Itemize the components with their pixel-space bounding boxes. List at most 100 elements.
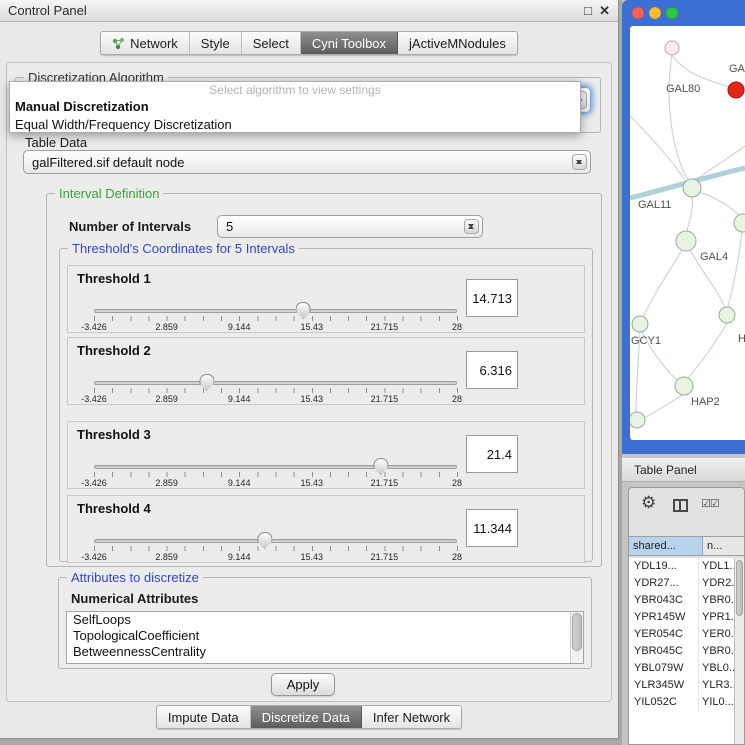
list-item[interactable]: BetweennessCentrality	[67, 644, 583, 660]
node-label-gcy1: GCY1	[631, 335, 661, 347]
network-view-window: GAL80 GA GAL11 GAL4 GCY1 H HAP2	[622, 0, 745, 454]
network-node-highlighted[interactable]	[728, 82, 744, 98]
table-scrollbar[interactable]	[734, 558, 744, 744]
scale-tick-label: 9.144	[228, 478, 251, 488]
tab-select[interactable]: Select	[242, 32, 301, 54]
threshold-4-value-field[interactable]: 11.344	[466, 509, 518, 547]
scale-tick-label: 28	[452, 552, 462, 562]
cell: YPR1...	[699, 609, 734, 626]
minimize-traffic-light[interactable]	[649, 7, 661, 19]
cell: YBR045C	[629, 643, 699, 660]
slider-track[interactable]	[94, 539, 457, 543]
slider-ticks	[94, 546, 458, 551]
combo-arrows-icon[interactable]	[572, 154, 587, 170]
algorithm-dropdown-popup: Select algorithm to view settings Manual…	[9, 81, 581, 133]
network-node[interactable]	[683, 179, 701, 197]
network-node[interactable]	[719, 307, 735, 323]
column-header-name[interactable]: n...	[703, 537, 744, 555]
threshold-2-value-field[interactable]: 6.316	[466, 351, 518, 389]
gear-icon[interactable]: ⚙	[641, 493, 656, 513]
network-canvas[interactable]: GAL80 GA GAL11 GAL4 GCY1 H HAP2	[630, 26, 745, 440]
interval-definition-group: Interval Definition Number of Intervals …	[46, 193, 602, 567]
tab-impute-data[interactable]: Impute Data	[157, 706, 251, 728]
combo-arrows-icon[interactable]	[464, 219, 479, 234]
tab-label: Network	[130, 36, 178, 51]
float-window-icon[interactable]: □	[584, 0, 592, 22]
close-traffic-light[interactable]	[632, 7, 644, 19]
network-node[interactable]	[632, 316, 648, 332]
tab-jactivemodules[interactable]: jActiveMNodules	[398, 32, 517, 54]
apply-label: Apply	[287, 677, 320, 692]
cell: YDL1...	[699, 558, 734, 575]
slider-track[interactable]	[94, 381, 457, 385]
number-of-intervals-combobox[interactable]: 5	[217, 215, 483, 238]
scale-tick-label: -3.426	[81, 322, 107, 332]
columns-icon[interactable]	[673, 499, 688, 512]
slider-track[interactable]	[94, 465, 457, 469]
table-row[interactable]: YIL052C YIL0...	[629, 694, 734, 711]
table-data-combobox[interactable]: galFiltered.sif default node	[23, 150, 591, 174]
zoom-traffic-light[interactable]	[666, 7, 678, 19]
scale-tick-label: -3.426	[81, 394, 107, 404]
slider-scale: -3.426 2.859 9.144 15.43 21.715 28	[94, 394, 457, 404]
cell: YIL052C	[629, 694, 699, 711]
tab-discretize-data[interactable]: Discretize Data	[251, 706, 362, 728]
table-row[interactable]: YBR045C YBR0...	[629, 643, 734, 660]
table-row[interactable]: YDR27... YDR2...	[629, 575, 734, 592]
table-data-value: galFiltered.sif default node	[32, 151, 568, 173]
threshold-label: Threshold 1	[77, 271, 151, 286]
scrollbar-thumb[interactable]	[736, 560, 743, 616]
tab-cyni-toolbox[interactable]: Cyni Toolbox	[301, 32, 398, 54]
tab-label: Cyni Toolbox	[312, 36, 386, 51]
table-row[interactable]: YLR345W YLR3...	[629, 677, 734, 694]
dropdown-option-equal-width[interactable]: Equal Width/Frequency Discretization	[10, 116, 580, 134]
close-icon[interactable]: ✕	[599, 0, 610, 22]
slider-track[interactable]	[94, 309, 457, 313]
dropdown-option-manual[interactable]: Manual Discretization	[10, 98, 580, 116]
apply-button[interactable]: Apply	[271, 673, 335, 696]
list-scrollbar[interactable]	[570, 612, 583, 663]
node-label-gal11: GAL11	[638, 199, 671, 211]
node-label-gal4: GAL4	[700, 251, 728, 263]
network-node[interactable]	[630, 412, 645, 428]
scale-tick-label: 9.144	[228, 322, 251, 332]
threshold-2-slider[interactable]: -3.426 2.859 9.144 15.43 21.715 28	[94, 374, 457, 404]
network-icon	[112, 37, 125, 50]
scale-tick-label: 15.43	[301, 478, 324, 488]
cell: YDR2...	[699, 575, 734, 592]
threshold-3-box: Threshold 3 -3.426 2.859 9.144 15.43 21.…	[67, 421, 585, 489]
scale-tick-label: 15.43	[301, 322, 324, 332]
tab-style[interactable]: Style	[190, 32, 242, 54]
column-header-shared-name[interactable]: shared...	[629, 537, 703, 555]
threshold-3-slider[interactable]: -3.426 2.859 9.144 15.43 21.715 28	[94, 458, 457, 488]
tab-network[interactable]: Network	[101, 32, 190, 54]
table-row[interactable]: YBR043C YBR0...	[629, 592, 734, 609]
threshold-label: Threshold 3	[77, 427, 151, 442]
threshold-1-slider[interactable]: -3.426 2.859 9.144 15.43 21.715 28	[94, 302, 457, 332]
tab-infer-network[interactable]: Infer Network	[362, 706, 461, 728]
number-of-intervals-label: Number of Intervals	[69, 219, 191, 234]
slider-ticks	[94, 316, 458, 321]
threshold-4-slider[interactable]: -3.426 2.859 9.144 15.43 21.715 28	[94, 532, 457, 562]
numerical-attributes-list: SelfLoops TopologicalCoefficient Between…	[66, 611, 584, 664]
list-item[interactable]: SelfLoops	[67, 612, 583, 628]
network-node[interactable]	[676, 231, 696, 251]
scale-tick-label: 28	[452, 394, 462, 404]
table-row[interactable]: YBL079W YBL0...	[629, 660, 734, 677]
threshold-1-value-field[interactable]: 14.713	[466, 279, 518, 317]
table-row[interactable]: YER054C YER0...	[629, 626, 734, 643]
table-row[interactable]: YDL19... YDL1...	[629, 558, 734, 575]
threshold-value: 21.4	[487, 447, 512, 462]
tab-label: Discretize Data	[262, 710, 350, 725]
table-panel-bar[interactable]: Table Panel	[622, 458, 745, 482]
list-item[interactable]: TopologicalCoefficient	[67, 628, 583, 644]
tab-label: Select	[253, 36, 289, 51]
table-row[interactable]: YPR145W YPR1...	[629, 609, 734, 626]
threshold-coordinates-group: Threshold's Coordinates for 5 Intervals …	[59, 248, 593, 562]
scrollbar-thumb[interactable]	[572, 613, 582, 651]
select-columns-checkboxes-icon[interactable]: ☑☑	[701, 497, 719, 510]
network-node[interactable]	[734, 214, 745, 232]
network-node[interactable]	[675, 377, 693, 395]
network-node[interactable]	[665, 41, 679, 55]
threshold-3-value-field[interactable]: 21.4	[466, 435, 518, 473]
